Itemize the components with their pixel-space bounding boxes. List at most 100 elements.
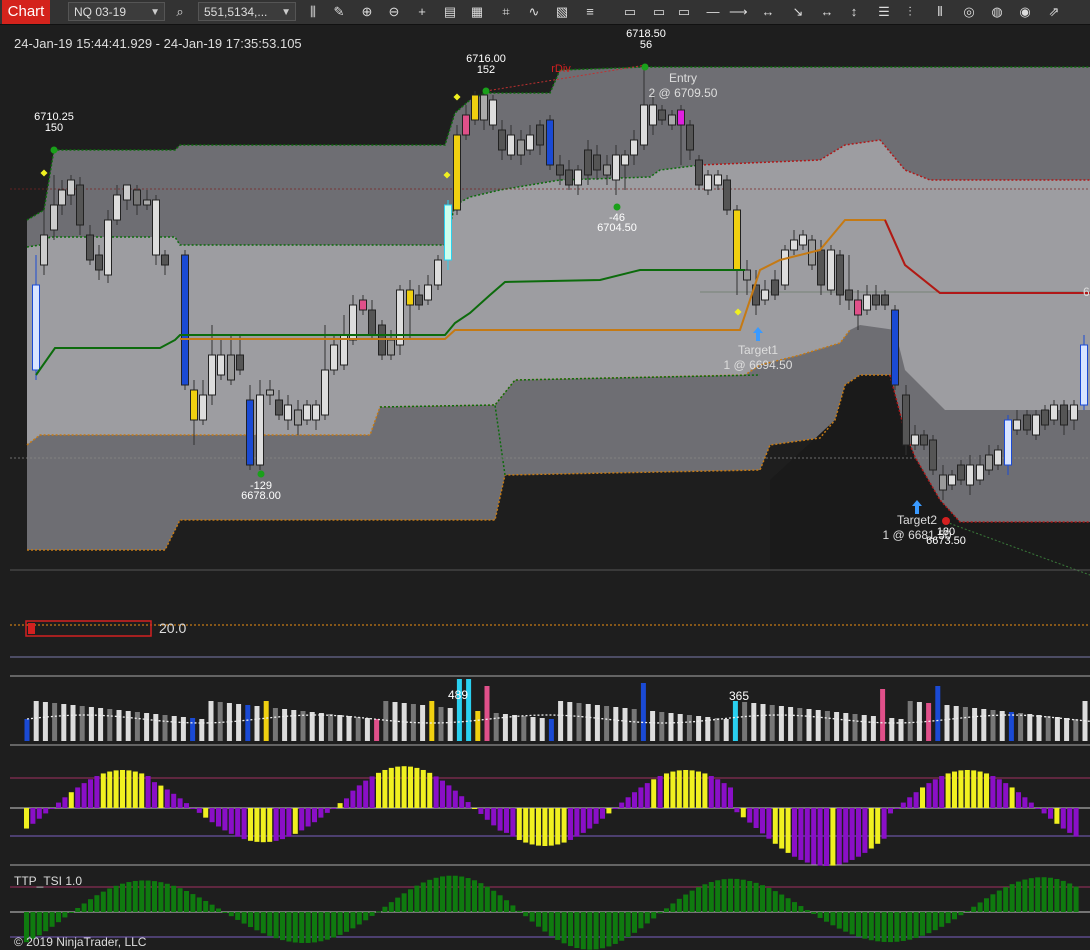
vertical-line-icon[interactable]: ↕ — [845, 3, 863, 21]
line-icon[interactable]: — — [704, 3, 722, 21]
bar-style-icon[interactable]: ⫼ — [304, 3, 322, 21]
candle-body — [236, 354, 244, 371]
ray-icon[interactable]: ⟶ — [729, 3, 748, 21]
candle-body — [1023, 414, 1031, 431]
crosshair-icon[interactable]: + — [413, 3, 431, 21]
osc-bar — [907, 797, 913, 808]
chart-tab[interactable]: Chart — [2, 0, 50, 24]
candle-body — [695, 159, 703, 186]
volume-bar — [475, 711, 481, 741]
osc-bar — [676, 770, 682, 808]
draw-icon[interactable]: ✎ — [330, 3, 348, 21]
box-icon[interactable]: ▭ — [650, 3, 668, 21]
tsi-bar — [888, 912, 893, 943]
chart-trader-icon[interactable]: ▧ — [553, 3, 571, 21]
tsi-bar — [900, 912, 906, 941]
candle-body — [424, 284, 432, 301]
horizontal-line-icon[interactable]: ↔ — [818, 3, 836, 21]
chart-canvas[interactable]: 24-Jan-19 15:44:41.929 - 24-Jan-19 17:35… — [0, 25, 1090, 950]
volume-bar — [144, 713, 150, 741]
candle-body — [113, 194, 121, 221]
tsi-bar — [36, 912, 42, 936]
candle-body — [584, 149, 592, 176]
volume-bar — [696, 716, 702, 741]
osc-bar — [286, 808, 292, 837]
zoom-out-icon[interactable]: ⊖ — [385, 3, 403, 21]
search-icon[interactable]: ⌕ — [171, 3, 189, 21]
circle-icon[interactable]: ◎ — [960, 3, 978, 21]
osc-bar — [267, 808, 273, 842]
candle-body — [152, 199, 160, 256]
candle-body — [790, 239, 798, 251]
osc-bar — [369, 776, 375, 808]
osc-bar — [996, 779, 1002, 808]
candle-body — [368, 309, 376, 336]
candle-body — [902, 394, 910, 446]
candle-body — [143, 199, 151, 206]
tsi-indicator-label: TTP_TSI 1.0 — [14, 874, 82, 888]
volume-bar — [852, 714, 858, 741]
tsi-bar — [561, 912, 567, 944]
osc-bar — [216, 808, 221, 827]
tsi-bar — [363, 912, 369, 921]
tsi-bar — [939, 912, 945, 927]
share-icon[interactable]: ⇗ — [1045, 3, 1063, 21]
meter-value: 20.0 — [159, 620, 186, 636]
tsi-bar — [203, 900, 209, 912]
candle-body — [489, 99, 497, 126]
osc-bar — [184, 803, 189, 808]
bar-type-value: 551,5134,... — [204, 5, 268, 19]
box-icon[interactable]: ▭ — [675, 3, 693, 21]
progress-meter: 20.0 — [25, 620, 186, 637]
candle-body — [387, 339, 395, 356]
strategies-icon[interactable]: ⌗ — [497, 3, 515, 21]
osc-bar — [1035, 808, 1041, 809]
templates-icon[interactable]: ▦ — [468, 3, 486, 21]
snapshot-icon[interactable]: ◉ — [1016, 3, 1034, 21]
osc-bar — [612, 808, 618, 809]
tsi-bar — [1003, 887, 1009, 912]
arrow-line-icon[interactable]: ↘ — [789, 3, 807, 21]
tsi-bar — [299, 912, 305, 943]
globe-icon[interactable]: ◍ — [988, 3, 1006, 21]
properties-icon[interactable]: ▤ — [441, 3, 459, 21]
candle-body — [199, 394, 207, 421]
chevron-down-icon: ▼ — [150, 7, 160, 18]
box-icon[interactable]: ▭ — [621, 3, 639, 21]
date-range-label: 24-Jan-19 15:44:41.929 - 24-Jan-19 17:35… — [14, 36, 302, 51]
osc-bar — [337, 803, 343, 808]
tsi-bar — [452, 875, 458, 912]
tsi-bar — [868, 912, 874, 941]
list-icon[interactable]: ☰ — [875, 3, 893, 21]
bar-type-selector[interactable]: 551,5134,... ▼ — [198, 2, 296, 21]
osc-bar — [356, 785, 362, 808]
volume-bar — [1054, 717, 1060, 741]
target2-label: Target2 — [897, 513, 937, 527]
osc-bar — [939, 776, 945, 808]
swing-low-marker — [613, 203, 621, 211]
candle-body — [920, 434, 928, 446]
candle-body — [517, 139, 525, 156]
volume-bar — [521, 716, 527, 741]
tsi-bar — [657, 912, 663, 914]
gann-fan-icon[interactable]: ⫶ — [901, 3, 919, 21]
osc-bar — [593, 808, 599, 824]
volume-bar — [981, 709, 987, 741]
scroll-icon[interactable]: ≡ — [581, 3, 599, 21]
instrument-selector[interactable]: NQ 03-19 ▼ — [68, 2, 165, 21]
extended-line-icon[interactable]: ↔ — [759, 3, 777, 21]
candle-body — [948, 474, 956, 486]
tsi-bar — [958, 912, 964, 916]
tsi-bar — [792, 902, 797, 912]
fib-icon[interactable]: ⫴ — [931, 3, 949, 21]
volume-bar — [576, 703, 582, 741]
candle-body — [471, 94, 479, 121]
zoom-in-icon[interactable]: ⊕ — [358, 3, 376, 21]
indicators-icon[interactable]: ∿ — [525, 3, 543, 21]
tsi-bar — [606, 912, 612, 947]
osc-bar — [740, 808, 746, 818]
osc-bar — [958, 770, 964, 808]
osc-bar — [363, 780, 369, 808]
osc-bar — [619, 802, 625, 808]
tsi-bar — [1054, 878, 1060, 912]
